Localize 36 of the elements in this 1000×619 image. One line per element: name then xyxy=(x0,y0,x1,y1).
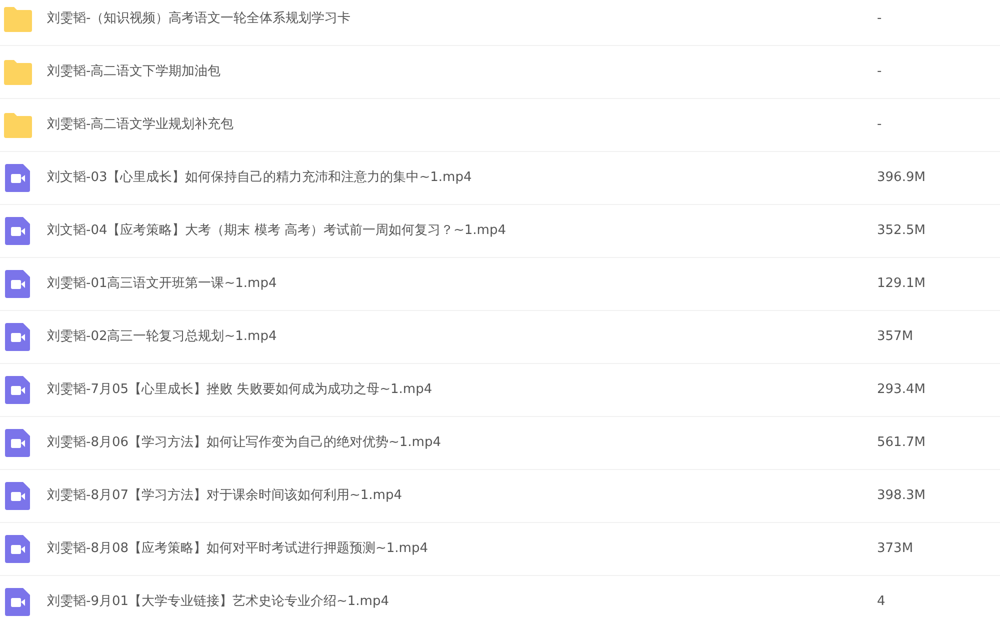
file-name[interactable]: 刘雯韬-01高三语文开班第一课~1.mp4 xyxy=(47,274,877,294)
file-name[interactable]: 刘雯韬-7月05【心里成长】挫败 失败要如何成为成功之母~1.mp4 xyxy=(47,380,877,400)
file-name[interactable]: 刘雯韬-高二语文学业规划补充包 xyxy=(47,115,877,135)
video-camera-icon xyxy=(3,163,33,193)
file-name[interactable]: 刘雯韬-8月06【学习方法】如何让写作变为自己的绝对优势~1.mp4 xyxy=(47,433,877,453)
file-name[interactable]: 刘文韬-03【心里成长】如何保持自己的精力充沛和注意力的集中~1.mp4 xyxy=(47,168,877,188)
file-name[interactable]: 刘雯韬-8月07【学习方法】对于课余时间该如何利用~1.mp4 xyxy=(47,486,877,506)
file-size: - xyxy=(877,10,882,28)
file-name[interactable]: 刘雯韬-02高三一轮复习总规划~1.mp4 xyxy=(47,327,877,347)
video-camera-icon xyxy=(3,269,33,299)
file-size: - xyxy=(877,63,882,82)
file-size: 352.5M xyxy=(877,222,926,240)
file-name[interactable]: 刘文韬-04【应考策略】大考（期末 模考 高考）考试前一周如何复习？~1.mp4 xyxy=(47,221,877,241)
video-camera-icon xyxy=(3,216,33,246)
video-camera-icon xyxy=(3,481,33,511)
file-size: 293.4M xyxy=(877,381,926,400)
file-size: 561.7M xyxy=(877,434,926,452)
file-name[interactable]: 刘雯韬-8月08【应考策略】如何对平时考试进行押题预测~1.mp4 xyxy=(47,539,877,559)
file-size: 129.1M xyxy=(877,275,926,294)
file-size: 396.9M xyxy=(877,169,926,188)
video-camera-icon xyxy=(3,322,33,352)
folder-icon xyxy=(3,4,33,34)
file-size: - xyxy=(877,116,882,134)
folder-icon xyxy=(3,110,33,140)
video-camera-icon xyxy=(3,587,33,617)
video-camera-icon xyxy=(3,375,33,405)
file-name[interactable]: 刘雯韬-（知识视频）高考语文一轮全体系规划学习卡 xyxy=(47,9,877,29)
folder-icon xyxy=(3,57,33,87)
video-camera-icon xyxy=(3,428,33,458)
file-name[interactable]: 刘雯韬-高二语文下学期加油包 xyxy=(47,62,877,82)
video-camera-icon xyxy=(3,534,33,564)
file-size: 357M xyxy=(877,328,914,346)
file-size: 373M xyxy=(877,540,914,558)
file-size: 4 xyxy=(877,593,886,612)
file-size: 398.3M xyxy=(877,487,926,506)
file-name[interactable]: 刘雯韬-9月01【大学专业链接】艺术史论专业介绍~1.mp4 xyxy=(47,592,877,612)
